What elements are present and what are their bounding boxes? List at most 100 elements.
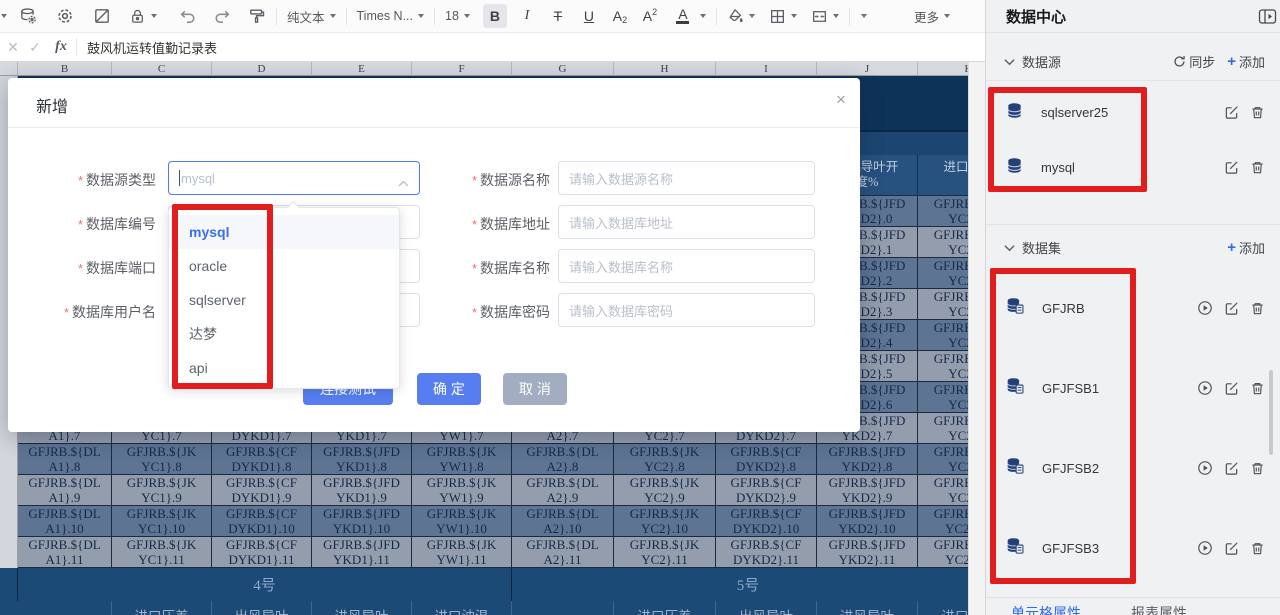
- formula-input[interactable]: 鼓风机运转值勤记录表: [87, 38, 217, 57]
- sheet-vertical-scrollbar[interactable]: [968, 62, 985, 615]
- dropdown-option-达梦[interactable]: 达梦: [169, 317, 399, 351]
- overflow-caret-icon[interactable]: [1, 14, 7, 18]
- sheet-cell[interactable]: GFJRB.${CFDYKD1}.11: [212, 537, 312, 568]
- tab-cell-properties[interactable]: 单元格属性: [1011, 598, 1081, 615]
- datasource-type-select[interactable]: mysql: [168, 161, 420, 195]
- sheet-cell[interactable]: GFJRB.${CFDYKD2}.8: [716, 444, 817, 475]
- bottom-header-B[interactable]: [18, 601, 112, 615]
- sheet-cell[interactable]: GFJRB.${JKYW1}.11: [412, 537, 512, 568]
- sheet-cell[interactable]: GFJRB.${JKYC2}.11: [614, 537, 716, 568]
- undo-icon[interactable]: [175, 4, 199, 28]
- redo-icon[interactable]: [211, 4, 235, 28]
- dropdown-option-mysql[interactable]: mysql: [169, 215, 399, 249]
- sheet-cell[interactable]: GFJRB.${DLA1}.8: [18, 444, 112, 475]
- sheet-cell[interactable]: GFJRB.${DLA1}.9: [18, 475, 112, 506]
- fill-color-button[interactable]: [724, 4, 758, 28]
- lock-icon[interactable]: [126, 4, 160, 28]
- cancel-entry-icon[interactable]: ✕: [2, 39, 24, 56]
- sheet-cell[interactable]: GFJRB.${JKYC2}.10: [614, 506, 716, 537]
- sheet-cell[interactable]: GFJRB.${DLA2}.8: [512, 444, 614, 475]
- section-cell-5[interactable]: 5号: [512, 568, 985, 601]
- sheet-cell[interactable]: GFJRB.${JFDYKD2}.11: [817, 537, 918, 568]
- font-color-button[interactable]: A: [668, 4, 709, 28]
- subscript-button[interactable]: A2: [608, 4, 632, 28]
- font-size-select[interactable]: 18: [442, 4, 473, 28]
- sheet-cell[interactable]: GFJRB.${JFDYKD1}.8: [312, 444, 412, 475]
- clear-format-icon[interactable]: [90, 4, 114, 28]
- edit-icon[interactable]: [1224, 301, 1239, 316]
- dataset-item-GFJFSB1[interactable]: GFJFSB1: [986, 368, 1280, 408]
- sheet-cell[interactable]: GFJRB.${JKYC2}.9: [614, 475, 716, 506]
- sheet-cell[interactable]: GFJRB.${CFDYKD2}.11: [716, 537, 817, 568]
- column-header-H[interactable]: H: [614, 62, 716, 76]
- merge-cells-button[interactable]: [808, 4, 842, 28]
- dropdown-option-oracle[interactable]: oracle: [169, 249, 399, 283]
- edit-icon[interactable]: [1224, 160, 1239, 175]
- run-icon[interactable]: [1197, 460, 1213, 476]
- sheet-cell[interactable]: GFJRB.${JKYW1}.9: [412, 475, 512, 506]
- font-family-select[interactable]: Times N...: [354, 4, 427, 28]
- sheet-cell[interactable]: GFJRB.${CFDYKD2}.9: [716, 475, 817, 506]
- sheet-cell[interactable]: GFJRB.${DLA2}.11: [512, 537, 614, 568]
- run-icon[interactable]: [1197, 380, 1213, 396]
- db-address-input[interactable]: 请输入数据库地址: [558, 205, 815, 239]
- tab-report-properties[interactable]: 报表属性: [1131, 598, 1187, 615]
- sheet-cell[interactable]: GFJRB.${CFDYKD1}.9: [212, 475, 312, 506]
- bottom-header-F[interactable]: 进口油温: [412, 601, 512, 615]
- lock-caret-icon[interactable]: [151, 14, 157, 18]
- datasource-name-input[interactable]: 请输入数据源名称: [558, 161, 815, 195]
- strikethrough-button[interactable]: T: [546, 4, 570, 28]
- db-password-input[interactable]: 请输入数据库密码: [558, 293, 815, 327]
- dropdown-option-sqlserver[interactable]: sqlserver: [169, 283, 399, 317]
- column-header-E[interactable]: E: [312, 62, 412, 76]
- run-icon[interactable]: [1197, 540, 1213, 556]
- column-header-I[interactable]: I: [716, 62, 817, 76]
- sheet-cell[interactable]: GFJRB.${JFDYKD2}.8: [817, 444, 918, 475]
- sheet-cell[interactable]: GFJRB.${DLA1}.11: [18, 537, 112, 568]
- column-header-J[interactable]: J: [817, 62, 918, 76]
- bottom-header-C[interactable]: 进口压差: [112, 601, 212, 615]
- sheet-cell[interactable]: GFJRB.${JKYC1}.8: [112, 444, 212, 475]
- edit-icon[interactable]: [1224, 381, 1239, 396]
- delete-icon[interactable]: [1250, 105, 1265, 120]
- dataset-item-GFJRB[interactable]: GFJRB: [986, 288, 1280, 328]
- cell-format-select[interactable]: 纯文本: [284, 4, 339, 28]
- column-header-C[interactable]: C: [112, 62, 212, 76]
- underline-button[interactable]: U: [577, 4, 601, 28]
- edit-icon[interactable]: [1224, 105, 1239, 120]
- sheet-cell[interactable]: GFJRB.${JFDYKD2}.9: [817, 475, 918, 506]
- dataset-item-GFJFSB2[interactable]: GFJFSB2: [986, 448, 1280, 488]
- edit-icon[interactable]: [1224, 541, 1239, 556]
- cancel-button[interactable]: 取 消: [503, 373, 567, 405]
- confirm-entry-icon[interactable]: ✓: [24, 39, 46, 56]
- delete-icon[interactable]: [1250, 301, 1265, 316]
- delete-icon[interactable]: [1250, 461, 1265, 476]
- sheet-cell[interactable]: GFJRB.${JFDYKD1}.10: [312, 506, 412, 537]
- bottom-header-H[interactable]: 进口压差: [614, 601, 716, 615]
- sheet-cell[interactable]: GFJRB.${DLA2}.10: [512, 506, 614, 537]
- column-header-D[interactable]: D: [212, 62, 312, 76]
- sheet-cell[interactable]: GFJRB.${JKYC2}.8: [614, 444, 716, 475]
- modal-close-icon[interactable]: ×: [830, 90, 852, 110]
- settings-gear-icon[interactable]: [53, 4, 77, 28]
- datasource-item-sqlserver25[interactable]: sqlserver25: [986, 90, 1280, 135]
- section-cell-4[interactable]: 4号: [18, 568, 512, 601]
- sheet-cell[interactable]: GFJRB.${JKYC1}.11: [112, 537, 212, 568]
- column-header-F[interactable]: F: [412, 62, 512, 76]
- datasource-item-mysql[interactable]: mysql: [986, 145, 1280, 190]
- column-header-B[interactable]: B: [18, 62, 112, 76]
- sheet-cell[interactable]: GFJRB.${CFDYKD2}.10: [716, 506, 817, 537]
- collapse-panel-icon[interactable]: [1258, 8, 1277, 30]
- chevron-down-icon[interactable]: [1004, 240, 1015, 255]
- db-name-input[interactable]: 请输入数据库名称: [558, 249, 815, 283]
- dataset-item-GFJFSB3[interactable]: GFJFSB3: [986, 528, 1280, 568]
- format-painter-icon[interactable]: [245, 4, 269, 28]
- column-header-G[interactable]: G: [512, 62, 614, 76]
- data-source-settings-icon[interactable]: [16, 4, 40, 28]
- sheet-cell[interactable]: GFJRB.${JFDYKD1}.11: [312, 537, 412, 568]
- sheet-cell[interactable]: GFJRB.${CFDYKD1}.10: [212, 506, 312, 537]
- bold-button[interactable]: B: [483, 4, 507, 28]
- borders-button[interactable]: [766, 4, 800, 28]
- confirm-button[interactable]: 确 定: [417, 373, 481, 405]
- sheet-cell[interactable]: GFJRB.${JKYW1}.10: [412, 506, 512, 537]
